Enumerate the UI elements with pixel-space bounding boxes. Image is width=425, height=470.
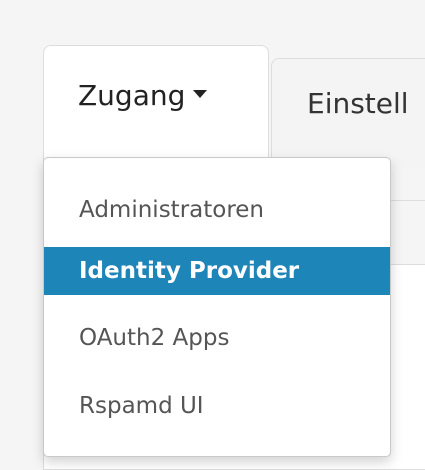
page: Zugang Einstell er Administratoren Ident… xyxy=(0,0,425,470)
tab-zugang-text: Zugang xyxy=(78,79,186,112)
tab-einstellungen-label: Einstell xyxy=(307,87,409,120)
caret-down-icon xyxy=(193,90,208,98)
tab-zugang-label: Zugang xyxy=(78,79,208,113)
tab-einstellungen[interactable]: Einstell xyxy=(271,58,425,168)
zugang-dropdown-menu: Administratoren Identity Provider OAuth2… xyxy=(43,157,391,457)
menu-item-oauth2-apps[interactable]: OAuth2 Apps xyxy=(44,314,390,362)
tab-zugang[interactable]: Zugang xyxy=(43,45,269,165)
menu-item-identity-provider[interactable]: Identity Provider xyxy=(44,247,390,295)
menu-item-rspamd-ui[interactable]: Rspamd UI xyxy=(44,382,390,430)
menu-item-administratoren[interactable]: Administratoren xyxy=(44,186,390,234)
